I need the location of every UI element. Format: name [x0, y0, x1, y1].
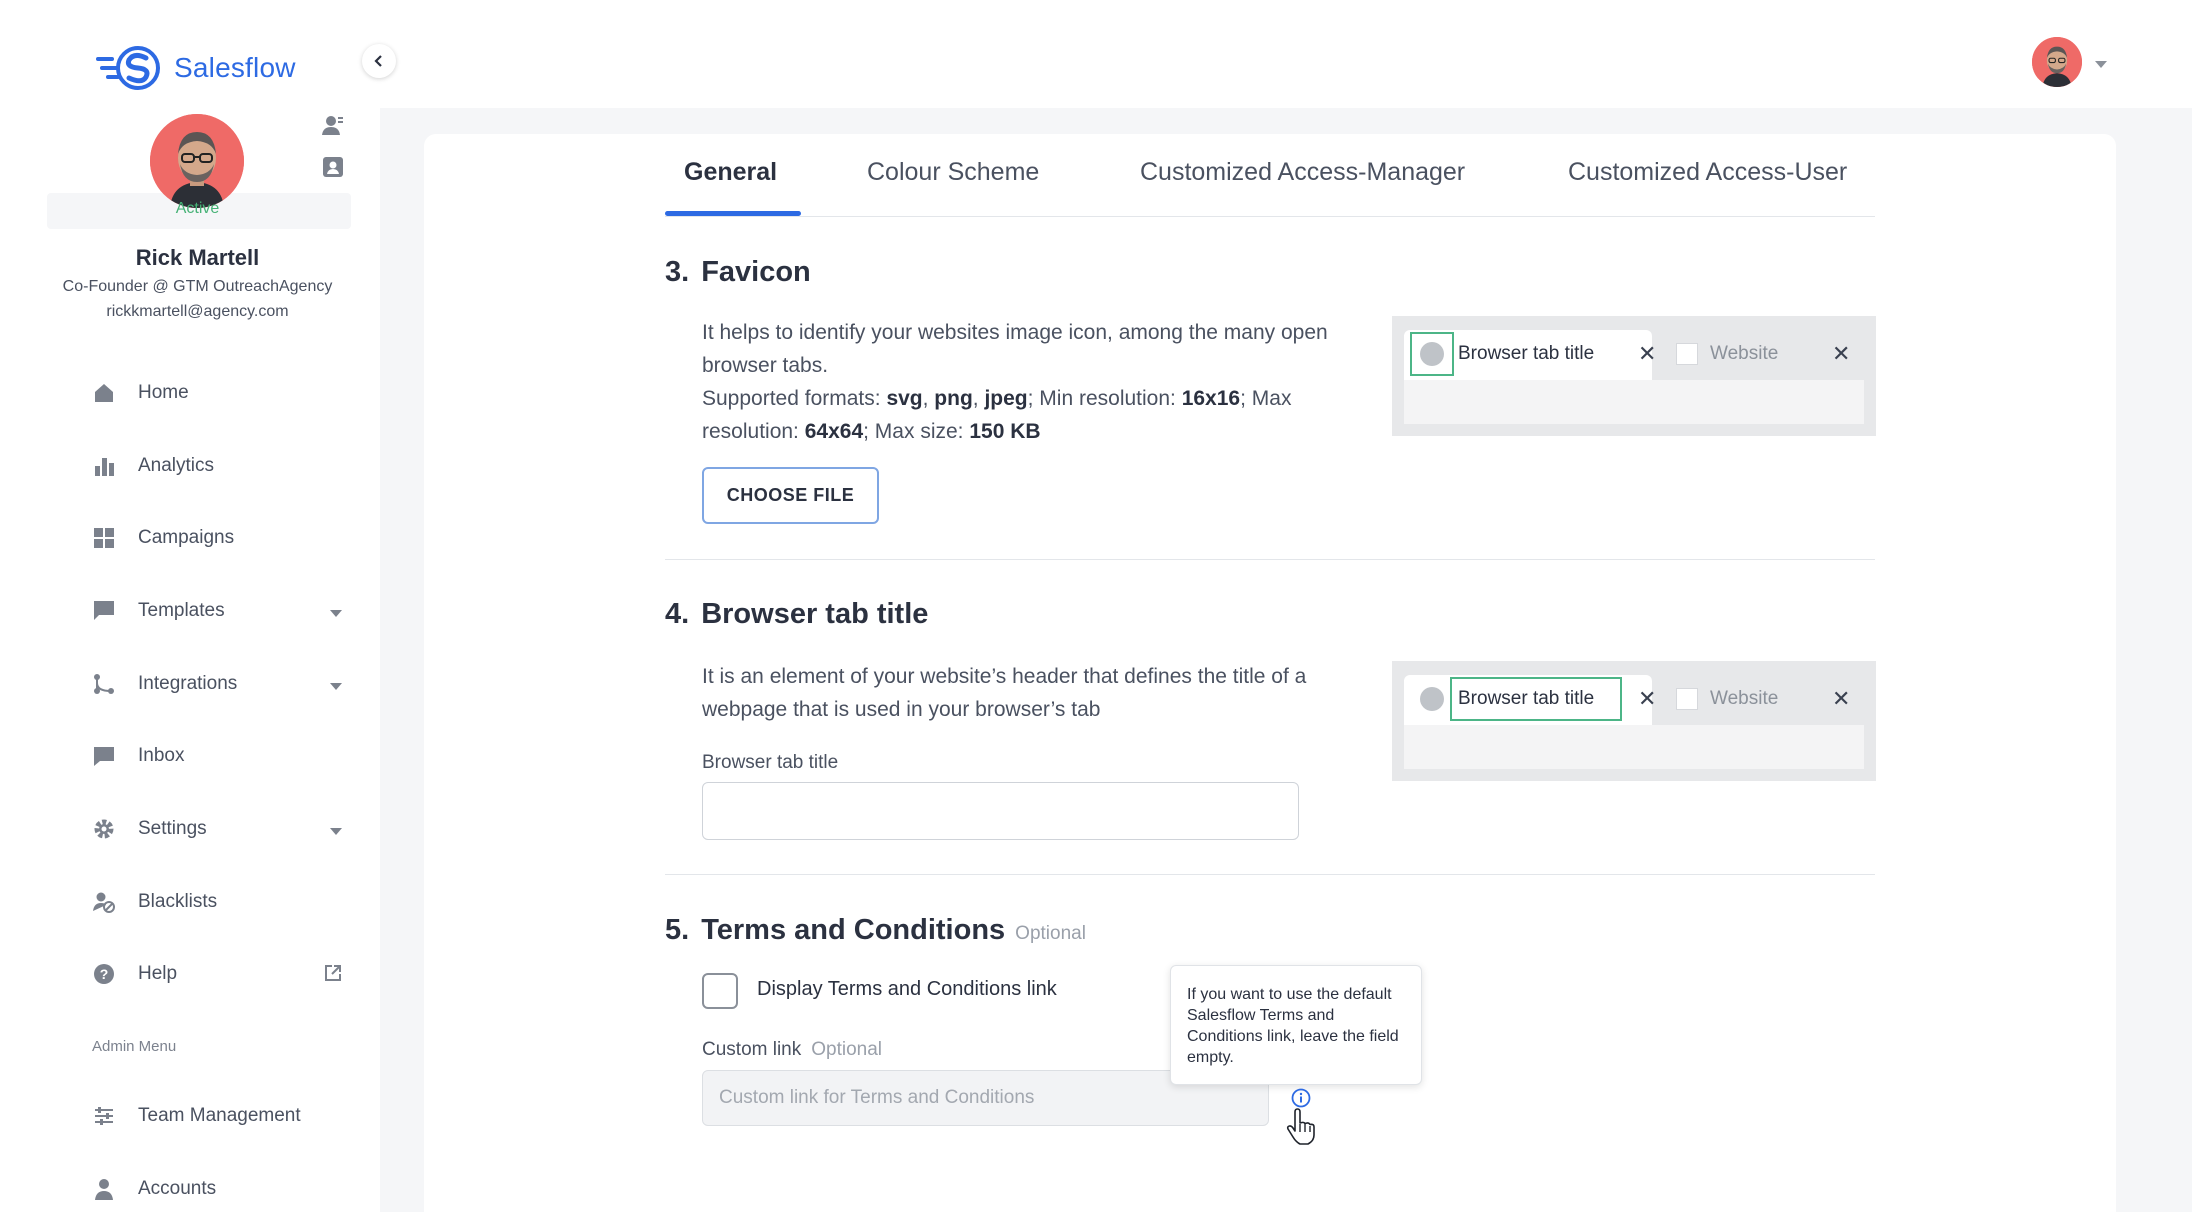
nav-item-settings[interactable]: Settings	[92, 809, 352, 849]
section-divider	[665, 559, 1875, 560]
custom-link-tooltip: If you want to use the default Salesflow…	[1170, 965, 1422, 1085]
user-photo	[150, 114, 244, 208]
nav-label: Accounts	[138, 1178, 217, 1199]
profile-name: Rick Martell	[135, 245, 260, 270]
inbox-icon	[92, 744, 116, 768]
sidebar: Salesflow Active Rick Martell Co-Founder…	[0, 0, 396, 1212]
active-tab-indicator	[665, 211, 801, 216]
close-icon: ✕	[1832, 686, 1851, 711]
person-icon	[92, 1177, 116, 1201]
chat-icon	[92, 599, 116, 623]
profile-email: rickkmartell@agency.com	[106, 303, 289, 320]
header-avatar[interactable]	[2032, 37, 2082, 87]
website-favicon-placeholder	[1676, 688, 1698, 710]
nav-item-team-management[interactable]: Team Management	[92, 1096, 352, 1136]
nav-item-accounts[interactable]: Accounts	[92, 1169, 352, 1209]
choose-file-button[interactable]: CHOOSE FILE	[702, 467, 879, 524]
nav-label: Settings	[138, 818, 207, 839]
account-menu-chevron-down-icon[interactable]	[2095, 56, 2107, 74]
tab-customized-access-manager[interactable]: Customized Access-Manager	[1140, 158, 1465, 187]
preview-address-bar	[1404, 380, 1864, 424]
custom-link-label: Custom link Optional	[702, 1039, 883, 1060]
external-link-icon	[324, 964, 342, 987]
favicon-section-title: 3. Favicon	[665, 256, 811, 288]
nav-item-inbox[interactable]: Inbox	[92, 736, 352, 776]
chevron-down-icon	[330, 678, 342, 696]
preview-tab-title: Browser tab title	[1458, 343, 1595, 364]
nav-label: Integrations	[138, 673, 238, 694]
nav-label: Home	[138, 382, 189, 403]
terms-section-title: 5. Terms and Conditions Optional	[665, 914, 1086, 946]
chevron-down-icon	[330, 605, 342, 623]
brand-name: Salesflow	[174, 52, 296, 83]
nav-item-campaigns[interactable]: Campaigns	[92, 518, 352, 558]
grid-icon	[92, 526, 116, 550]
help-icon: ?	[92, 962, 116, 986]
tab-title-preview: Browser tab title ✕ Website ✕	[1392, 661, 1876, 781]
svg-text:?: ?	[100, 966, 109, 982]
profile-role: Co-Founder @ GTM OutreachAgency	[62, 278, 333, 295]
sliders-icon	[92, 1104, 116, 1128]
favicon-placeholder-icon	[1420, 687, 1444, 711]
website-favicon-placeholder	[1676, 343, 1698, 365]
browser-tab-title-label: Browser tab title	[702, 752, 839, 773]
nav-label: Blacklists	[138, 891, 218, 912]
user-photo	[2032, 37, 2082, 87]
tab-general[interactable]: General	[684, 158, 777, 187]
nav-item-templates[interactable]: Templates	[92, 591, 352, 631]
nav-label: Team Management	[138, 1105, 301, 1126]
close-icon: ✕	[1638, 341, 1657, 366]
browser-tab-title-input[interactable]	[702, 782, 1299, 840]
close-icon: ✕	[1832, 341, 1851, 366]
nav-item-home[interactable]: Home	[92, 373, 352, 413]
bar-chart-icon	[92, 454, 116, 478]
favicon-preview: Browser tab title ✕ Website ✕	[1392, 316, 1876, 436]
terms-link-checkbox-label[interactable]: Display Terms and Conditions link	[757, 978, 1057, 1001]
tab-colour-scheme[interactable]: Colour Scheme	[867, 158, 1039, 187]
browser-tab-title-section-title: 4. Browser tab title	[665, 598, 929, 630]
home-icon	[92, 381, 116, 405]
gear-icon	[92, 817, 116, 841]
status-badge: Active	[175, 200, 220, 217]
nav-label: Templates	[138, 600, 225, 621]
nav-item-integrations[interactable]: Integrations	[92, 664, 352, 704]
nav-label: Help	[138, 963, 178, 984]
salesflow-logo-icon	[96, 46, 160, 90]
optional-tag: Optional	[811, 1039, 883, 1060]
nav-label: Analytics	[138, 455, 215, 476]
user-block-icon	[92, 890, 116, 914]
tab-customized-access-user[interactable]: Customized Access-User	[1568, 158, 1847, 187]
admin-menu-label: Admin Menu	[92, 1038, 177, 1055]
favicon-description: It helps to identify your websites image…	[702, 321, 1328, 443]
tabs-divider	[665, 216, 1875, 217]
preview-website-label: Website	[1710, 688, 1779, 709]
section-divider	[665, 874, 1875, 875]
close-icon: ✕	[1638, 686, 1657, 711]
preview-tab-title: Browser tab title	[1458, 688, 1595, 709]
chevron-down-icon	[330, 823, 342, 841]
nav-label: Inbox	[138, 745, 185, 766]
collapse-sidebar-button[interactable]	[362, 44, 396, 78]
optional-tag: Optional	[1015, 923, 1086, 944]
contact-card-icon[interactable]	[322, 156, 344, 183]
preview-website-label: Website	[1710, 343, 1779, 364]
favicon-placeholder-icon	[1420, 342, 1444, 366]
nav-item-blacklists[interactable]: Blacklists	[92, 882, 352, 922]
browser-tab-title-description: It is an element of your website’s heade…	[702, 665, 1307, 721]
branch-icon	[92, 672, 116, 696]
hand-pointer-cursor-icon	[1286, 1108, 1318, 1151]
nav-item-analytics[interactable]: Analytics	[92, 446, 352, 486]
switch-user-icon[interactable]	[322, 114, 344, 141]
nav-item-help[interactable]: ? Help	[92, 954, 352, 994]
avatar[interactable]	[150, 114, 244, 208]
preview-address-bar	[1404, 725, 1864, 769]
brand-logo[interactable]: Salesflow	[96, 44, 296, 92]
nav-label: Campaigns	[138, 527, 235, 548]
terms-link-checkbox[interactable]	[702, 973, 738, 1009]
chevron-left-icon	[374, 55, 382, 67]
